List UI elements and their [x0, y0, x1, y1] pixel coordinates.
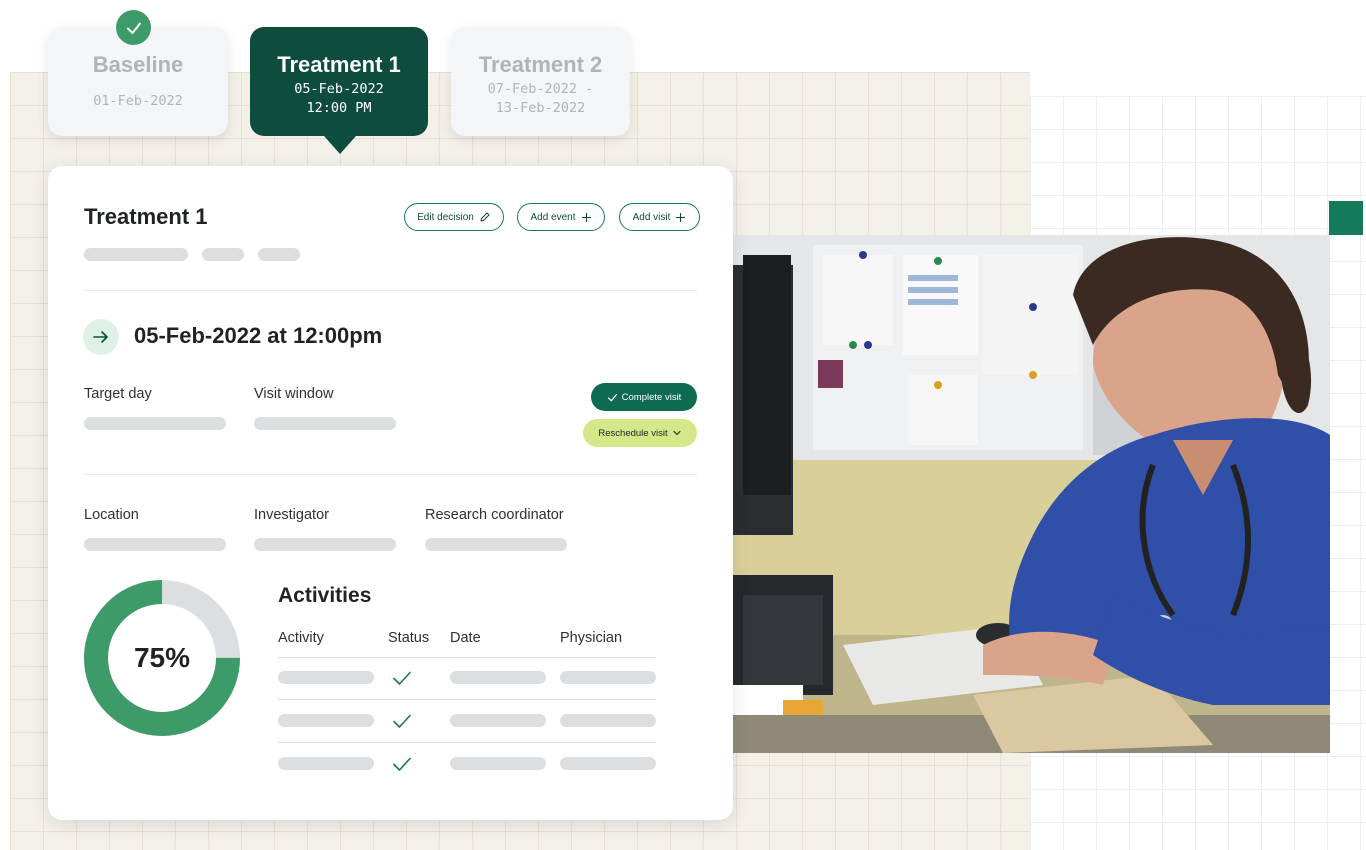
physician-cell [560, 671, 656, 684]
reschedule-visit-label: Reschedule visit [598, 427, 668, 439]
clinician-photo-illustration [733, 235, 1330, 753]
check-icon [126, 22, 141, 34]
activities-title: Activities [278, 584, 372, 607]
tab-treatment-2[interactable]: Treatment 2 07-Feb-2022 - 13-Feb-2022 [451, 27, 630, 136]
check-icon [393, 714, 411, 728]
reschedule-visit-button[interactable]: Reschedule visit [583, 419, 697, 447]
physician-cell [560, 714, 656, 727]
column-header-physician: Physician [560, 630, 623, 646]
research-coordinator-label: Research coordinator [425, 507, 564, 523]
visit-window-value [254, 417, 396, 430]
placeholder-bar [202, 248, 244, 261]
tab-date-end: 13-Feb-2022 [495, 100, 586, 116]
plus-icon [676, 212, 686, 222]
tab-date: 01-Feb-2022 [93, 93, 183, 109]
active-tab-pointer [324, 136, 356, 154]
tab-title: Baseline [92, 52, 184, 77]
divider [84, 290, 697, 291]
tab-treatment-1[interactable]: Treatment 1 05-Feb-2022 12:00 PM [250, 27, 428, 136]
column-header-status: Status [388, 630, 430, 646]
visit-window-label: Visit window [254, 386, 334, 402]
visit-detail-card: Treatment 1 Edit decision Add event Add … [48, 166, 733, 820]
plus-icon [581, 212, 591, 222]
visit-datetime: 05-Feb-2022 at 12:00pm [134, 323, 383, 348]
table-divider [278, 657, 656, 658]
date-cell [450, 714, 546, 727]
visit-date-indicator [83, 319, 119, 355]
check-icon [393, 671, 411, 685]
research-coordinator-value [425, 538, 567, 551]
activity-cell [278, 671, 374, 684]
tab-title: Treatment 1 [277, 52, 401, 77]
table-divider [278, 742, 656, 743]
activity-cell [278, 757, 374, 770]
complete-visit-button[interactable]: Complete visit [591, 383, 697, 411]
add-event-label: Add event [530, 211, 576, 223]
target-day-label: Target day [84, 386, 152, 402]
placeholder-bar [84, 248, 188, 261]
edit-decision-button[interactable]: Edit decision [404, 203, 504, 231]
target-day-value [84, 417, 226, 430]
complete-visit-label: Complete visit [621, 391, 682, 403]
column-header-activity: Activity [278, 630, 324, 646]
pencil-icon [480, 212, 490, 222]
physician-cell [560, 757, 656, 770]
location-value [84, 538, 226, 551]
tab-date-start: 07-Feb-2022 - [487, 81, 594, 97]
check-icon [607, 393, 617, 401]
tab-title: Treatment 2 [478, 52, 603, 77]
tab-time: 12:00 PM [306, 100, 372, 116]
add-event-button[interactable]: Add event [517, 203, 605, 231]
investigator-label: Investigator [254, 507, 329, 523]
table-divider [278, 699, 656, 700]
check-icon [393, 757, 411, 771]
chevron-down-icon [673, 430, 681, 436]
progress-percentage: 75% [133, 642, 191, 673]
card-title: Treatment 1 [84, 204, 208, 229]
date-cell [450, 757, 546, 770]
date-cell [450, 671, 546, 684]
column-header-date: Date [450, 630, 481, 646]
clinician-photo [733, 235, 1330, 753]
completed-badge [116, 10, 151, 45]
arrow-right-icon [93, 331, 108, 343]
placeholder-bar [258, 248, 300, 261]
location-label: Location [84, 507, 139, 523]
add-visit-button[interactable]: Add visit [619, 203, 700, 231]
edit-decision-label: Edit decision [417, 211, 474, 223]
add-visit-label: Add visit [632, 211, 671, 223]
investigator-value [254, 538, 396, 551]
divider [84, 474, 697, 475]
tab-date: 05-Feb-2022 [294, 81, 384, 97]
decorative-square [1329, 201, 1363, 235]
activity-cell [278, 714, 374, 727]
